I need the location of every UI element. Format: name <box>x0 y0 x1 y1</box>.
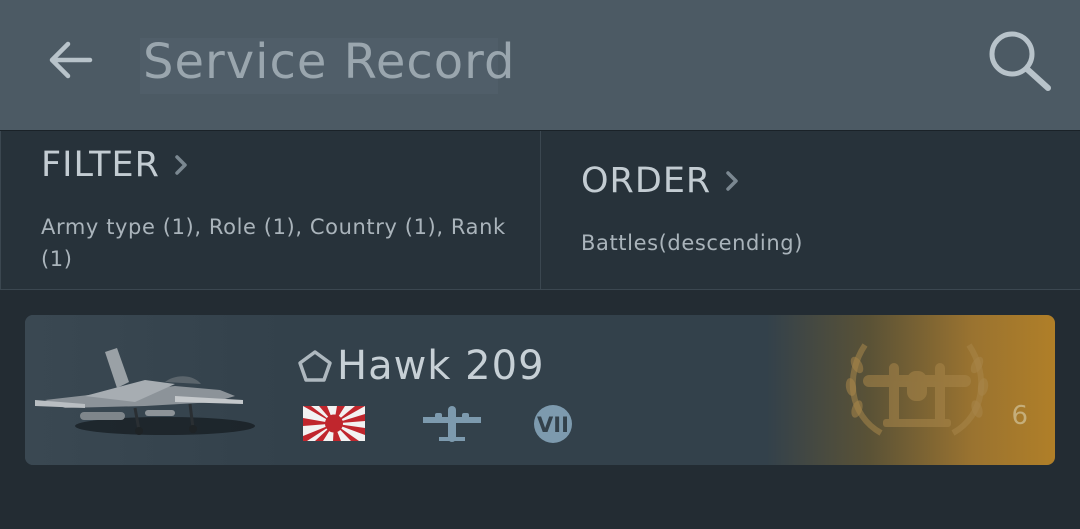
magnifier-icon <box>989 31 1051 91</box>
bomber-aircraft-icon <box>423 406 481 442</box>
vehicle-name: Hawk 209 <box>337 343 545 389</box>
page-title: Service Record <box>143 34 516 90</box>
vehicle-name-row: Hawk 209 <box>297 343 545 389</box>
rank-badge-icon: VII <box>534 405 572 443</box>
rank-label: VII <box>537 413 569 437</box>
jet-aircraft-image <box>35 348 255 435</box>
chevron-right-icon <box>726 171 739 191</box>
filter-summary: Army type (1), Role (1), Country (1), Ra… <box>41 215 506 271</box>
arrow-left-icon <box>49 41 93 79</box>
filter-heading: FILTER <box>41 145 188 185</box>
rising-sun-flag-icon <box>303 406 365 441</box>
top-bar: Service Record <box>0 0 1080 130</box>
filter-order-bar: FILTER Army type (1), Role (1), Country … <box>0 130 1080 290</box>
filter-label: FILTER <box>41 145 160 185</box>
laurel-aircraft-emblem-icon <box>845 343 989 436</box>
order-panel[interactable]: ORDER Battles(descending) <box>540 131 1080 290</box>
filter-panel[interactable]: FILTER Army type (1), Role (1), Country … <box>0 131 539 290</box>
battle-count: 6 <box>1011 401 1028 431</box>
back-button[interactable] <box>44 36 96 84</box>
order-heading: ORDER <box>581 161 739 201</box>
chevron-right-icon <box>175 155 187 175</box>
search-button[interactable] <box>984 26 1056 96</box>
vehicle-card[interactable]: Hawk 209 VII 6 <box>25 315 1055 465</box>
pentagon-premium-icon <box>298 350 332 382</box>
order-label: ORDER <box>581 161 712 201</box>
order-summary: Battles(descending) <box>581 231 803 255</box>
